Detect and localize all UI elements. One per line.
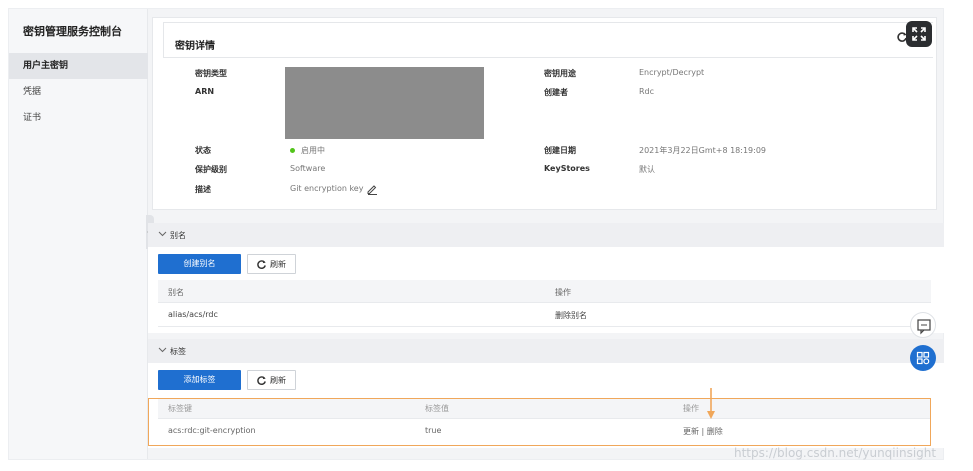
card-title: 密钥详情 (175, 41, 215, 52)
chat-icon (917, 319, 931, 335)
tag-section-title: 标签 (170, 347, 186, 356)
chevron-down-icon (158, 231, 167, 237)
divider (158, 326, 931, 327)
creator-value: Rdc (639, 87, 655, 96)
alias-section-title: 别名 (170, 231, 186, 240)
alias-cell: alias/acs/rdc (168, 310, 218, 319)
protection-level-label: 保护级别 (195, 165, 227, 174)
keystores-value: 默认 (639, 165, 655, 174)
watermark: https://blog.csdn.net/yunqiinsight (734, 446, 937, 460)
alias-refresh-label: 刷新 (270, 260, 286, 269)
sidebar-item-certificates[interactable]: 证书 (9, 105, 148, 131)
apps-button[interactable] (910, 345, 936, 371)
edit-icon[interactable] (366, 183, 378, 195)
arrow-down-icon (707, 388, 715, 419)
divider (158, 302, 931, 303)
created-date-value: 2021年3月22日Gmt+8 18:19:09 (639, 146, 767, 155)
feedback-button[interactable] (910, 312, 936, 338)
refresh-icon (257, 376, 266, 385)
key-usage-value: Encrypt/Decrypt (639, 68, 705, 77)
redacted-value-block (285, 67, 484, 139)
description-value: Git encryption key (290, 184, 364, 193)
sidebar-item-secrets[interactable]: 凭据 (9, 79, 148, 105)
alias-column-header: 别名 (168, 288, 184, 297)
created-date-label: 创建日期 (544, 146, 576, 155)
sidebar-title: 密钥管理服务控制台 (23, 25, 122, 38)
chevron-down-icon (158, 347, 167, 353)
grid-icon (916, 351, 930, 365)
card-header: 密钥详情 (163, 22, 933, 58)
sidebar-item-master-keys[interactable]: 用户主密钥 (9, 53, 148, 79)
key-details-card: 密钥详情 (152, 17, 937, 210)
highlight-box (148, 398, 931, 446)
action-column-header: 操作 (555, 288, 571, 297)
alias-refresh-button[interactable]: 刷新 (247, 254, 296, 274)
alias-table-header (158, 280, 931, 302)
status-dot-icon (290, 148, 295, 153)
keystores-label: KeyStores (544, 164, 590, 173)
status-value: 启用中 (290, 145, 325, 156)
alias-section-header[interactable]: 别名 (148, 223, 944, 247)
delete-alias-link[interactable]: 删除别名 (555, 310, 587, 321)
tag-section-header[interactable]: 标签 (148, 339, 944, 363)
fullscreen-button[interactable] (906, 21, 932, 47)
arn-label: ARN (195, 87, 215, 96)
creator-label: 创建者 (544, 88, 568, 97)
key-usage-label: 密钥用途 (544, 69, 576, 78)
refresh-icon (257, 260, 266, 269)
protection-level-value: Software (290, 164, 326, 173)
status-label: 状态 (195, 146, 211, 155)
description-label: 描述 (195, 185, 211, 194)
status-text: 启用中 (301, 146, 325, 155)
sidebar: 密钥管理服务控制台 用户主密钥 凭据 证书 (9, 9, 148, 459)
expand-icon (912, 27, 926, 41)
tag-refresh-button[interactable]: 刷新 (247, 370, 296, 390)
add-tag-button[interactable]: 添加标签 (158, 370, 241, 390)
create-alias-button[interactable]: 创建别名 (158, 254, 241, 274)
key-type-label: 密钥类型 (195, 69, 227, 78)
tag-refresh-label: 刷新 (270, 376, 286, 385)
